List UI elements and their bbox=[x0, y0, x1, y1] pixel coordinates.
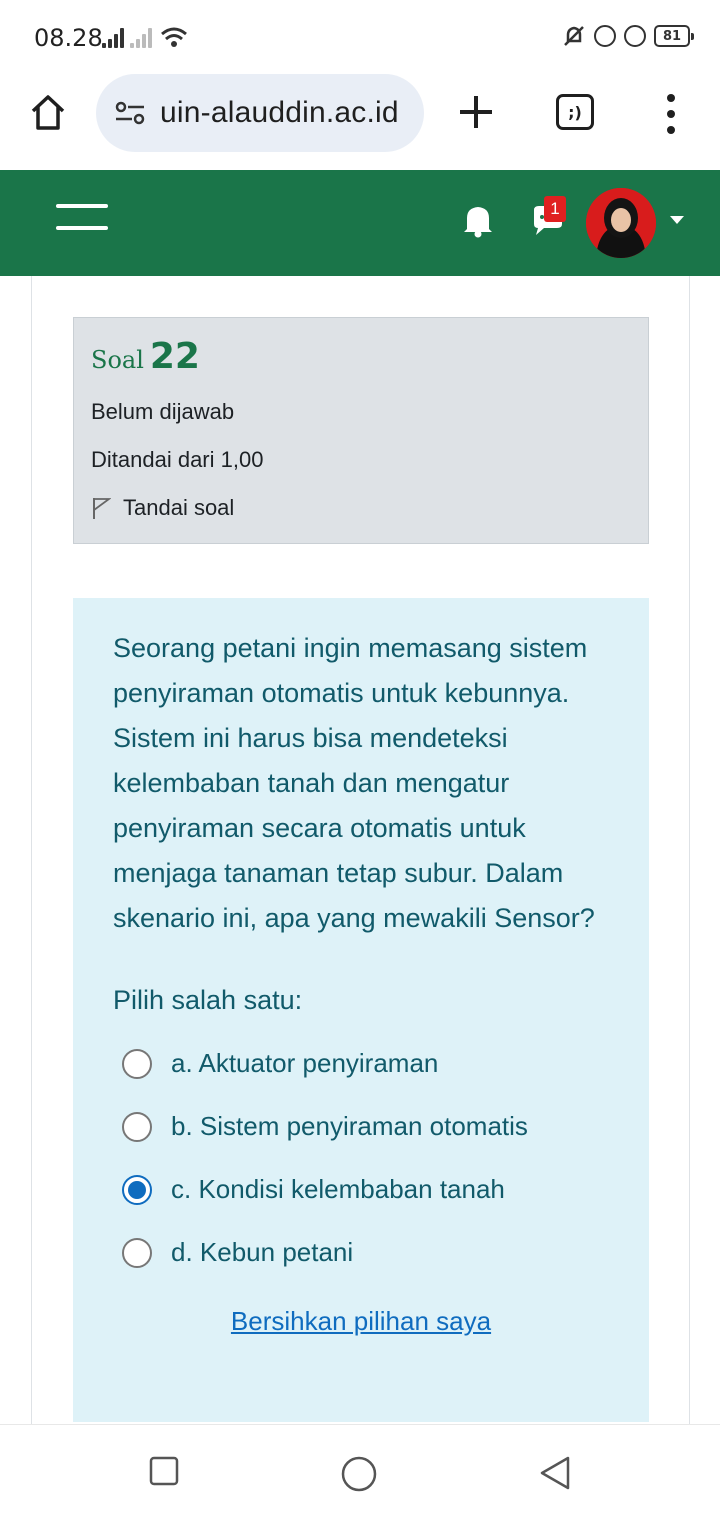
question-number-value: 22 bbox=[149, 336, 200, 377]
radio-button[interactable] bbox=[122, 1237, 152, 1268]
back-icon[interactable] bbox=[538, 1455, 572, 1491]
menu-icon[interactable] bbox=[56, 204, 108, 230]
answer-label: d. Kebun petani bbox=[171, 1237, 354, 1267]
more-icon[interactable] bbox=[664, 94, 678, 134]
home-icon[interactable] bbox=[28, 92, 68, 132]
plus-icon[interactable] bbox=[456, 92, 496, 132]
recents-icon[interactable] bbox=[148, 1455, 180, 1487]
alarm-icon bbox=[624, 25, 646, 47]
page-content: Soal 22 Belum dijawab Ditandai dari 1,00… bbox=[31, 276, 690, 1424]
status-icons: 81 bbox=[562, 24, 694, 48]
flag-icon bbox=[93, 498, 111, 519]
flag-question-button[interactable]: Tandai soal bbox=[91, 495, 631, 521]
wifi-icon bbox=[161, 27, 187, 47]
clear-choice-link[interactable]: Bersihkan pilihan saya bbox=[113, 1306, 609, 1337]
chat-badge: 1 bbox=[544, 196, 566, 222]
system-navigation-bar bbox=[0, 1424, 720, 1520]
answer-label: b. Sistem penyiraman otomatis bbox=[171, 1111, 528, 1141]
tabs-icon[interactable]: ;) bbox=[556, 94, 594, 130]
avatar[interactable] bbox=[586, 188, 656, 258]
question-status: Belum dijawab bbox=[91, 399, 235, 424]
question-text: Seorang petani ingin memasang sistem pen… bbox=[113, 633, 595, 933]
question-info: Soal 22 Belum dijawab Ditandai dari 1,00… bbox=[73, 317, 649, 544]
home-circle-icon[interactable] bbox=[340, 1455, 378, 1493]
chevron-down-icon[interactable] bbox=[670, 216, 684, 224]
site-navbar: 1 bbox=[0, 170, 720, 276]
url-text: uin-alauddin.ac.id bbox=[160, 96, 399, 129]
status-bar: 08.28 81 bbox=[0, 0, 720, 72]
question-label: Soal bbox=[91, 346, 144, 374]
question-number: Soal 22 bbox=[91, 336, 631, 377]
browser-toolbar: uin-alauddin.ac.id ;) bbox=[0, 72, 720, 170]
question-mark: Ditandai dari 1,00 bbox=[91, 447, 264, 472]
answer-prompt: Pilih salah satu: bbox=[113, 985, 303, 1015]
address-bar[interactable]: uin-alauddin.ac.id bbox=[96, 74, 424, 152]
bell-icon[interactable] bbox=[462, 202, 494, 238]
battery-icon: 81 bbox=[654, 25, 694, 47]
answer-list: a. Aktuator penyiraman b. Sistem penyira… bbox=[113, 1032, 609, 1284]
answer-label: a. Aktuator penyiraman bbox=[171, 1048, 439, 1078]
answer-option[interactable]: a. Aktuator penyiraman bbox=[113, 1032, 609, 1095]
signal-2-icon bbox=[130, 28, 152, 48]
tune-icon[interactable] bbox=[114, 100, 146, 126]
status-time: 08.28 bbox=[34, 24, 103, 52]
answer-option[interactable]: c. Kondisi kelembaban tanah bbox=[113, 1158, 609, 1221]
lock-icon bbox=[594, 25, 616, 47]
radio-button[interactable] bbox=[122, 1174, 152, 1205]
answer-label: c. Kondisi kelembaban tanah bbox=[171, 1174, 505, 1204]
radio-button[interactable] bbox=[122, 1111, 152, 1142]
radio-button[interactable] bbox=[122, 1048, 152, 1079]
answer-option[interactable]: d. Kebun petani bbox=[113, 1221, 609, 1284]
question-content: Seorang petani ingin memasang sistem pen… bbox=[73, 598, 649, 1422]
flag-label: Tandai soal bbox=[123, 495, 235, 520]
mute-bell-icon bbox=[564, 26, 584, 46]
signal-icon bbox=[102, 28, 124, 48]
answer-option[interactable]: b. Sistem penyiraman otomatis bbox=[113, 1095, 609, 1158]
